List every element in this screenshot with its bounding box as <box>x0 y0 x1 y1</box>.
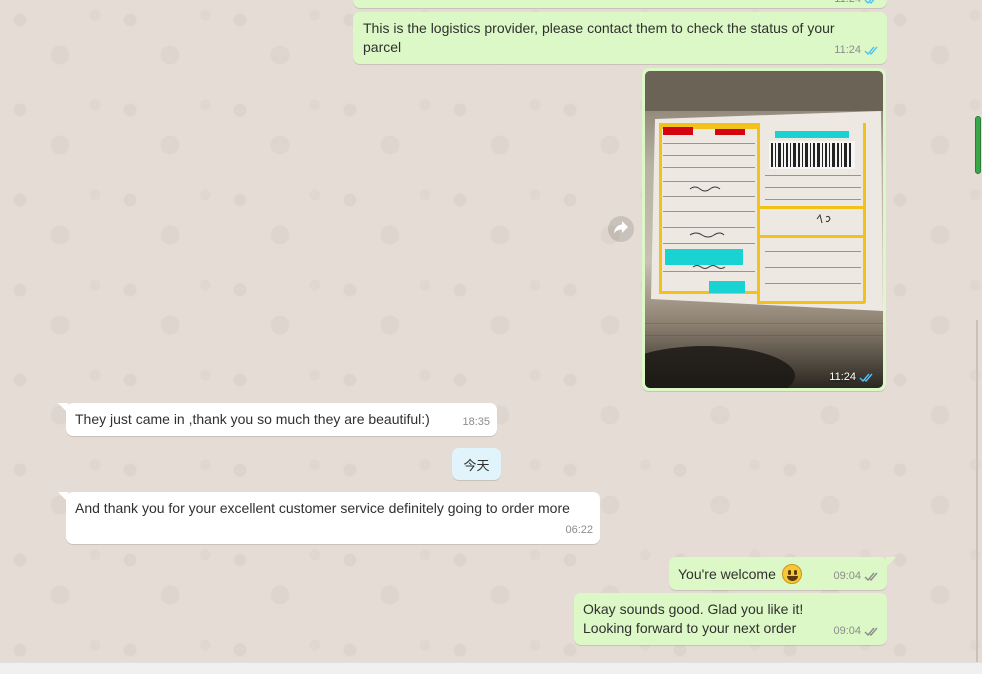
double-check-icon <box>864 0 880 5</box>
message-time: 06:22 <box>565 524 593 536</box>
message-time: 11:24 <box>829 371 856 383</box>
redaction-box <box>665 249 743 265</box>
message-bubble-incoming[interactable]: They just came in ,thank you so much the… <box>66 403 497 436</box>
message-meta: 09:04 <box>833 567 880 586</box>
double-check-icon <box>859 372 875 383</box>
shipping-label-illustration <box>645 71 883 388</box>
message-meta: 11:24 <box>834 0 880 9</box>
message-meta: 09:04 <box>833 622 880 641</box>
forward-button[interactable] <box>608 216 634 242</box>
message-bubble-partial[interactable]: 11:24 <box>353 0 887 8</box>
smiley-emoji-icon <box>781 564 802 584</box>
shipping-label-photo[interactable]: 11:24 <box>645 71 883 388</box>
message-text-body: You're welcome <box>678 565 776 582</box>
chat-background: 11:24 This is the logistics provider, pl… <box>0 0 982 662</box>
double-check-icon <box>864 45 880 56</box>
double-check-icon <box>864 571 880 582</box>
message-meta: 11:24 <box>829 371 875 383</box>
image-message-bubble[interactable]: 11:24 <box>642 68 886 391</box>
message-time: 18:35 <box>462 416 490 428</box>
message-meta: 11:24 <box>834 41 880 60</box>
redaction-box <box>775 131 849 138</box>
message-time: 11:24 <box>834 0 861 9</box>
message-bubble-outgoing[interactable]: You're welcome 09:04 <box>669 557 887 590</box>
redaction-box <box>709 281 745 293</box>
message-bubble-incoming[interactable]: And thank you for your excellent custome… <box>66 492 600 544</box>
message-text: This is the logistics provider, please c… <box>363 20 835 55</box>
message-text: And thank you for your excellent custome… <box>75 500 570 516</box>
message-meta: 18:35 <box>462 413 490 432</box>
date-divider: 今天 <box>452 448 501 480</box>
scrollbar-track <box>976 320 978 662</box>
message-text-line1: Okay sounds good. Glad you like it! <box>583 601 804 617</box>
scrollbar-thumb[interactable] <box>975 116 981 174</box>
bubble-tail <box>886 557 896 567</box>
message-time: 11:24 <box>834 44 861 56</box>
message-bubble-outgoing[interactable]: Okay sounds good. Glad you like it! Look… <box>574 593 887 645</box>
forward-icon <box>613 220 629 239</box>
message-time: 09:04 <box>833 570 861 582</box>
message-bubble-logistics[interactable]: This is the logistics provider, please c… <box>353 12 887 64</box>
message-time: 09:04 <box>833 625 861 637</box>
message-meta: 06:22 <box>565 521 593 540</box>
chat-scrollbar[interactable] <box>974 0 982 662</box>
message-text: They just came in ,thank you so much the… <box>75 411 430 427</box>
barcode <box>769 141 855 169</box>
double-check-icon <box>864 626 880 637</box>
bottom-bar <box>0 662 982 674</box>
